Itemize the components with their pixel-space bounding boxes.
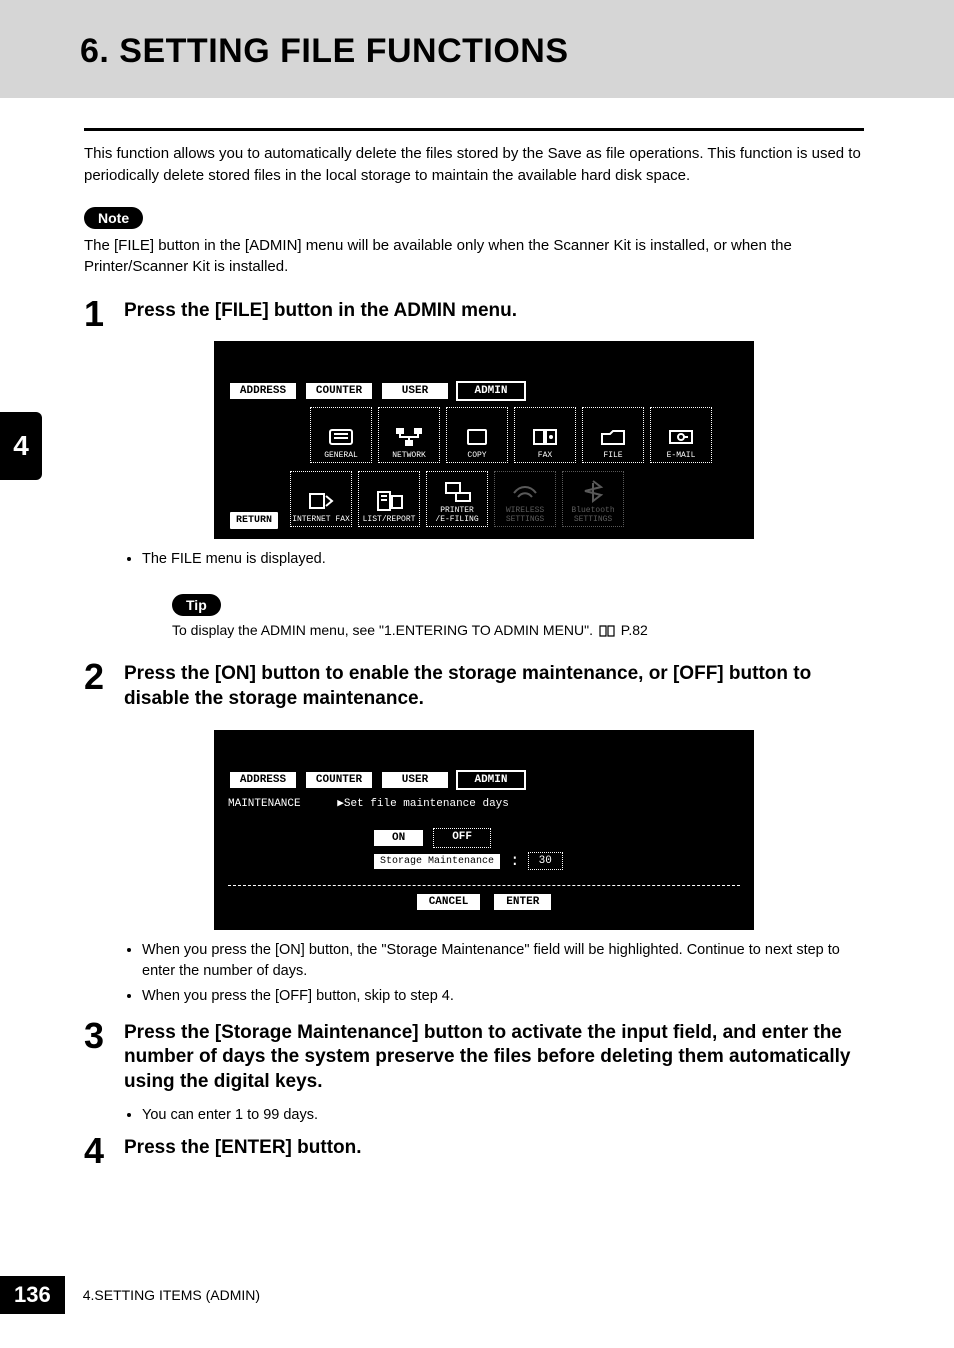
step-number: 2 [84,656,104,698]
step-3: 3 Press the [Storage Maintenance] button… [84,1021,864,1126]
dialog-buttons: CANCEL ENTER [222,892,746,912]
side-chapter-tab: 4 [0,412,42,480]
icon-label: PRINTER /E-FILING [435,507,478,524]
storage-maintenance-button[interactable]: Storage Maintenance [372,852,502,871]
icon-label: FILE [603,452,622,460]
bluetooth-icon [576,479,610,505]
internet-fax-button[interactable]: INTERNET FAX [290,471,352,527]
step-2: 2 Press the [ON] button to enable the st… [84,662,864,1006]
step-1-bullets: The FILE menu is displayed. [142,549,864,570]
tab-row: ADDRESS COUNTER USER ADMIN [228,381,746,401]
tab-user[interactable]: USER [380,770,450,790]
wireless-icon [508,479,542,505]
step-title: Press the [ENTER] button. [124,1136,864,1161]
tab-address[interactable]: ADDRESS [228,381,298,401]
side-chapter-number: 4 [13,430,29,462]
step-number: 3 [84,1015,104,1057]
step-4: 4 Press the [ENTER] button. [84,1136,864,1161]
wireless-settings-button[interactable]: WIRELESS SETTINGS [494,471,556,527]
maintenance-row: MAINTENANCE ▶Set file maintenance days [228,796,746,810]
page: 6. SETTING FILE FUNCTIONS 4 This functio… [0,0,954,1348]
storage-maintenance-value[interactable]: 30 [528,852,563,870]
page-footer: 136 4.SETTING ITEMS (ADMIN) [0,1276,954,1314]
note-badge: Note [84,207,143,229]
file-button[interactable]: FILE [582,407,644,463]
list-report-icon [372,488,406,514]
prompt-text: ▶Set file maintenance days [337,798,509,810]
tip-badge: Tip [172,594,221,616]
step-3-bullets: You can enter 1 to 99 days. [142,1105,864,1126]
maintenance-screenshot: ADDRESS COUNTER USER ADMIN MAINTENANCE ▶… [214,730,754,930]
step-number: 4 [84,1130,104,1172]
storage-maintenance-row: Storage Maintenance : 30 [372,852,746,871]
icon-label: FAX [538,452,552,460]
icon-row-1: GENERAL NETWORK COPY FAX [310,407,746,463]
icon-label: NETWORK [392,452,426,460]
off-button[interactable]: OFF [433,828,491,848]
internet-fax-icon [304,488,338,514]
note-text: The [FILE] button in the [ADMIN] menu wi… [84,235,864,277]
copy-button[interactable]: COPY [446,407,508,463]
section-label: MAINTENANCE [228,798,301,810]
list-item: When you press the [OFF] button, skip to… [142,986,864,1007]
top-rule [84,128,864,131]
email-button[interactable]: E-MAIL [650,407,712,463]
tip-text: To display the ADMIN menu, see "1.ENTERI… [172,622,864,640]
list-report-button[interactable]: LIST/REPORT [358,471,420,527]
step-title: Press the [Storage Maintenance] button t… [124,1021,864,1095]
general-button[interactable]: GENERAL [310,407,372,463]
step-title: Press the [FILE] button in the ADMIN men… [124,299,864,324]
step-1: 1 Press the [FILE] button in the ADMIN m… [84,299,864,641]
file-icon [596,424,630,450]
return-button[interactable]: RETURN [228,510,280,531]
tab-user[interactable]: USER [380,381,450,401]
tip-page-ref: P.82 [621,622,648,638]
icon-label: LIST/REPORT [363,516,416,524]
tab-admin[interactable]: ADMIN [456,381,526,401]
tip-label: Tip [186,597,207,613]
list-item: You can enter 1 to 99 days. [142,1105,864,1126]
on-button[interactable]: ON [372,828,425,848]
icon-label: INTERNET FAX [292,516,350,524]
general-icon [324,424,358,450]
icon-label: GENERAL [324,452,358,460]
tab-counter[interactable]: COUNTER [304,770,374,790]
fax-icon [528,424,562,450]
email-icon [664,424,698,450]
tab-row: ADDRESS COUNTER USER ADMIN [228,770,746,790]
network-button[interactable]: NETWORK [378,407,440,463]
admin-menu-screenshot: ADDRESS COUNTER USER ADMIN GENERAL NETWO… [214,341,754,539]
footer-section: 4.SETTING ITEMS (ADMIN) [83,1287,260,1303]
enter-button[interactable]: ENTER [492,892,553,912]
icon-row-2: INTERNET FAX LIST/REPORT PRINTER /E-FILI… [290,471,624,527]
printer-icon [440,479,474,505]
step-title: Press the [ON] button to enable the stor… [124,662,864,711]
network-icon [392,424,426,450]
page-title: 6. SETTING FILE FUNCTIONS [80,32,569,71]
content-area: This function allows you to automaticall… [84,128,864,1160]
bluetooth-settings-button[interactable]: Bluetooth SETTINGS [562,471,624,527]
icon-label: WIRELESS SETTINGS [506,507,544,524]
copy-icon [460,424,494,450]
step-number: 1 [84,293,104,335]
fax-button[interactable]: FAX [514,407,576,463]
icon-label: Bluetooth SETTINGS [571,507,614,524]
list-item: The FILE menu is displayed. [142,549,864,570]
divider [228,885,740,886]
intro-paragraph: This function allows you to automaticall… [84,143,864,187]
page-number: 136 [0,1276,65,1314]
tab-address[interactable]: ADDRESS [228,770,298,790]
icon-label: E-MAIL [667,452,696,460]
list-item: When you press the [ON] button, the "Sto… [142,940,864,982]
book-icon [599,624,615,640]
tab-counter[interactable]: COUNTER [304,381,374,401]
printer-efiling-button[interactable]: PRINTER /E-FILING [426,471,488,527]
on-off-row: ON OFF [372,828,746,848]
icon-label: COPY [467,452,486,460]
tab-admin[interactable]: ADMIN [456,770,526,790]
note-label: Note [98,210,129,226]
colon: : [510,852,520,870]
cancel-button[interactable]: CANCEL [415,892,483,912]
step-2-bullets: When you press the [ON] button, the "Sto… [142,940,864,1007]
